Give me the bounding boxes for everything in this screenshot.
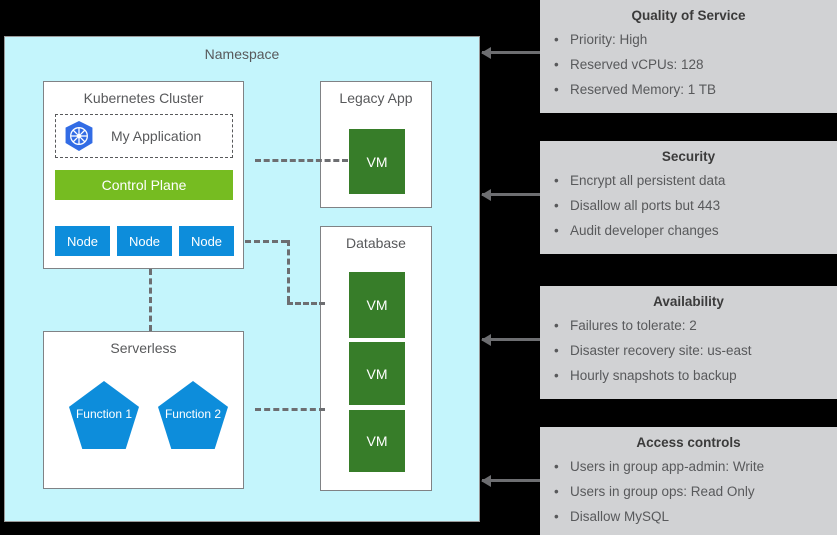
namespace-container: Namespace Kubernetes Cluster My Applicat…	[4, 36, 480, 522]
panel-list-security: • Encrypt all persistent data • Disallow a…	[540, 169, 837, 244]
control-plane-block: Control Plane	[55, 170, 233, 200]
list-item-text: Hourly snapshots to backup	[570, 367, 737, 383]
bullet-icon: •	[554, 173, 559, 188]
arrow-access-controls	[481, 474, 540, 487]
legacy-app-title: Legacy App	[339, 90, 413, 106]
list-item: • Failures to tolerate: 2	[540, 314, 837, 339]
diagram-canvas: Namespace Kubernetes Cluster My Applicat…	[0, 0, 837, 535]
arrow-security	[481, 188, 540, 201]
connector-cluster-to-serverless	[149, 269, 152, 331]
panel-title-security: Security	[661, 149, 716, 164]
connector-nodes-to-database-seg1	[245, 240, 287, 243]
node-block-1: Node	[55, 226, 110, 256]
list-item-text: Users in group app-admin: Write	[570, 459, 765, 474]
bullet-icon: •	[554, 459, 559, 474]
panel-list-quality-of-service: • Priority: High • Reserved vCPUs: 128 • Re…	[540, 28, 837, 103]
legacy-app-vm-1: VM	[349, 129, 405, 194]
node-block-3: Node	[179, 226, 234, 256]
bullet-icon: •	[554, 32, 559, 47]
connector-function2-to-database	[255, 408, 325, 411]
list-item: • Users in group ops: Read Only	[540, 480, 837, 505]
bullet-icon: •	[554, 318, 559, 333]
function-pentagon-1: Function 1	[69, 381, 139, 449]
serverless-box: Serverless Function 1 Function 2	[43, 331, 244, 489]
panel-availability: Availability • Failures to tolerate: 2 • D…	[540, 286, 837, 399]
bullet-icon: •	[554, 56, 559, 72]
function-2-label: Function 2	[164, 407, 222, 421]
function-1-label: Function 1	[75, 407, 133, 421]
list-item: • Reserved Memory: 1 TB	[540, 78, 837, 103]
kubernetes-icon	[65, 120, 93, 152]
namespace-title: Namespace	[204, 46, 280, 62]
panel-title-availability: Availability	[653, 294, 724, 309]
list-item: • Audit developer changes	[540, 219, 837, 244]
bullet-icon: •	[554, 222, 559, 238]
kubernetes-cluster-box: Kubernetes Cluster My Application Contro…	[43, 81, 244, 269]
panel-title-access-controls: Access controls	[636, 435, 741, 450]
bullet-icon: •	[554, 81, 559, 97]
list-item: • Users in group app-admin: Write	[540, 455, 837, 480]
function-pentagon-2: Function 2	[158, 381, 228, 449]
panel-access-controls: Access controls • Users in group app-admi…	[540, 427, 837, 535]
kubernetes-cluster-title: Kubernetes Cluster	[83, 90, 204, 106]
bullet-icon: •	[554, 197, 559, 213]
my-application-box: My Application	[55, 114, 233, 158]
list-item: • Disallow all ports but 443	[540, 194, 837, 219]
database-title: Database	[346, 235, 406, 251]
arrow-quality-of-service	[481, 46, 540, 59]
panel-quality-of-service: Quality of Service • Priority: High • Rese…	[540, 0, 837, 113]
connector-nodes-to-database-seg3	[287, 302, 325, 305]
list-item: • Disaster recovery site: us-east	[540, 339, 837, 364]
connector-app-to-legacy	[255, 159, 348, 162]
list-item: • Encrypt all persistent data	[540, 169, 837, 194]
list-item-text: Users in group ops: Read Only	[570, 483, 755, 499]
panel-list-access-controls: • Users in group app-admin: Write • Users …	[540, 455, 837, 530]
list-item-text: Priority: High	[570, 32, 648, 47]
panel-title-quality-of-service: Quality of Service	[631, 8, 746, 23]
database-vm-1: VM	[349, 272, 405, 338]
database-vm-2: VM	[349, 342, 405, 405]
bullet-icon: •	[554, 508, 559, 524]
panel-list-availability: • Failures to tolerate: 2 • Disaster recov…	[540, 314, 837, 389]
list-item-text: Reserved Memory: 1 TB	[570, 81, 717, 97]
list-item-text: Disaster recovery site: us-east	[570, 342, 752, 358]
connector-nodes-to-database-seg2	[287, 240, 290, 302]
list-item: • Disallow MySQL	[540, 505, 837, 530]
bullet-icon: •	[554, 483, 559, 499]
serverless-title: Serverless	[110, 340, 177, 356]
bullet-icon: •	[554, 367, 559, 383]
my-application-label: My Application	[111, 128, 202, 144]
database-vm-3: VM	[349, 410, 405, 472]
list-item-text: Audit developer changes	[570, 222, 719, 238]
database-box: Database VM VM VM	[320, 226, 432, 491]
list-item-text: Disallow MySQL	[570, 508, 670, 524]
list-item-text: Failures to tolerate: 2	[570, 318, 697, 333]
list-item: • Priority: High	[540, 28, 837, 53]
list-item-text: Encrypt all persistent data	[570, 173, 726, 188]
legacy-app-box: Legacy App VM	[320, 81, 432, 208]
bullet-icon: •	[554, 342, 559, 358]
node-block-2: Node	[117, 226, 172, 256]
list-item-text: Reserved vCPUs: 128	[570, 56, 704, 72]
list-item: • Reserved vCPUs: 128	[540, 53, 837, 78]
panel-security: Security • Encrypt all persistent data • D…	[540, 141, 837, 254]
list-item-text: Disallow all ports but 443	[570, 197, 721, 213]
arrow-availability	[481, 333, 540, 346]
list-item: • Hourly snapshots to backup	[540, 364, 837, 389]
